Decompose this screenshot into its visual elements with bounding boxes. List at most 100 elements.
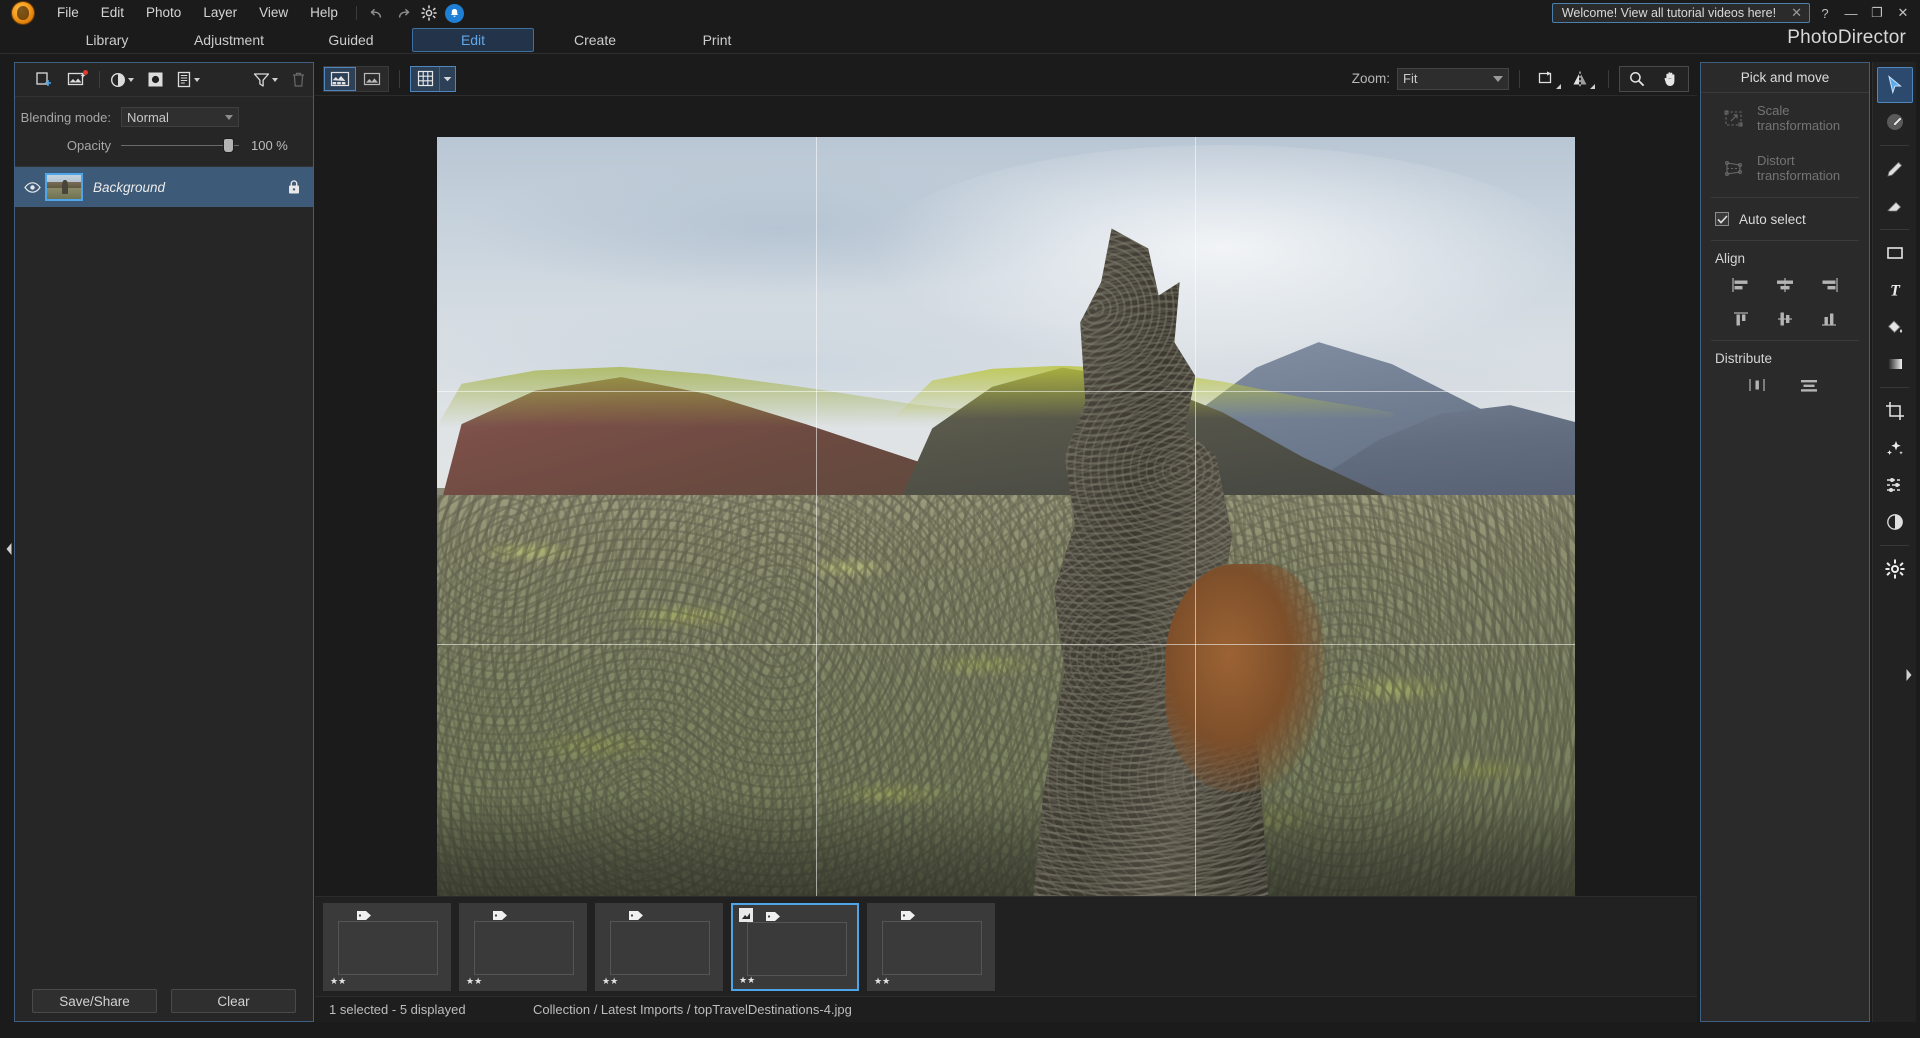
restore-button[interactable]: ❐: [1864, 0, 1890, 26]
settings-gear-icon[interactable]: [1877, 551, 1913, 587]
grid-line-horizontal: [437, 390, 1575, 392]
rotate-icon[interactable]: [1530, 66, 1564, 92]
rating-stars[interactable]: ★★: [739, 975, 755, 986]
tab-adjustment[interactable]: Adjustment: [168, 28, 290, 52]
help-button[interactable]: ?: [1812, 0, 1838, 26]
align-top-icon[interactable]: [1727, 308, 1755, 330]
menu-file[interactable]: File: [46, 0, 90, 26]
layer-visibility-icon[interactable]: [19, 181, 45, 193]
grid-overlay-icon[interactable]: [411, 66, 439, 91]
gradient-icon[interactable]: [1877, 346, 1913, 382]
menu-layer[interactable]: Layer: [192, 0, 248, 26]
text-icon[interactable]: T: [1877, 272, 1913, 308]
minimize-button[interactable]: —: [1838, 0, 1864, 26]
opacity-icon[interactable]: [1877, 504, 1913, 540]
menu-help[interactable]: Help: [299, 0, 349, 26]
lock-icon[interactable]: [283, 179, 305, 195]
clear-button[interactable]: Clear: [171, 989, 296, 1013]
bell-icon[interactable]: [442, 0, 468, 26]
zoom-select[interactable]: Fit: [1397, 67, 1509, 90]
layer-name[interactable]: Background: [83, 180, 283, 195]
status-bar: 1 selected - 5 displayed Collection / La…: [315, 996, 1697, 1022]
toolbar-divider: [99, 71, 100, 88]
tab-library[interactable]: Library: [46, 28, 168, 52]
magic-wand-selection-icon[interactable]: [1877, 104, 1913, 140]
align-center-vertical-icon[interactable]: [1771, 308, 1799, 330]
crop-icon[interactable]: [1877, 393, 1913, 429]
auto-select-label: Auto select: [1739, 211, 1806, 227]
pencil-icon[interactable]: [1877, 151, 1913, 187]
blending-mode-row: Blending mode: Normal: [15, 106, 313, 128]
tab-edit[interactable]: Edit: [412, 28, 534, 52]
blending-mode-select[interactable]: Normal: [121, 107, 239, 127]
collapse-right-icon[interactable]: [1903, 662, 1915, 688]
tab-guided[interactable]: Guided: [290, 28, 412, 52]
magnifier-icon[interactable]: [1620, 66, 1654, 91]
opacity-slider-knob[interactable]: [223, 138, 233, 152]
thumbnail-item[interactable]: ★★: [323, 902, 451, 991]
thumbnail-item[interactable]: ★★: [867, 902, 995, 991]
add-photo-layer-icon[interactable]: [62, 67, 92, 93]
layer-list: Background: [15, 167, 313, 207]
view-single-icon[interactable]: [356, 66, 388, 91]
tool-divider: [1880, 545, 1909, 546]
pick-and-move-icon[interactable]: [1876, 67, 1913, 103]
thumbnail-item-selected[interactable]: ★★: [731, 902, 859, 991]
layer-properties: Blending mode: Normal Opacity 100 %: [15, 97, 313, 167]
effects-icon[interactable]: [1877, 430, 1913, 466]
chevron-down-icon: [1493, 75, 1503, 82]
save-share-button[interactable]: Save/Share: [32, 989, 157, 1013]
gear-icon[interactable]: [416, 0, 442, 26]
paint-bucket-icon[interactable]: [1877, 309, 1913, 345]
align-left-icon[interactable]: [1727, 274, 1755, 296]
align-bottom-icon[interactable]: [1815, 308, 1843, 330]
tab-create[interactable]: Create: [534, 28, 656, 52]
menu-photo[interactable]: Photo: [135, 0, 192, 26]
menu-edit[interactable]: Edit: [90, 0, 135, 26]
tab-print[interactable]: Print: [656, 28, 778, 52]
flip-icon[interactable]: [1564, 66, 1598, 92]
welcome-toast[interactable]: Welcome! View all tutorial videos here! …: [1551, 3, 1810, 23]
layer-row-background[interactable]: Background: [15, 167, 313, 207]
canvas-area[interactable]: [315, 96, 1697, 940]
align-right-icon[interactable]: [1815, 274, 1843, 296]
distribute-horizontal-icon[interactable]: [1743, 374, 1771, 396]
new-badge-icon: [83, 69, 88, 75]
adjustment-sliders-icon[interactable]: [1877, 467, 1913, 503]
layer-mask-icon[interactable]: [140, 67, 170, 93]
rating-stars[interactable]: ★★: [466, 976, 482, 987]
auto-select-checkbox[interactable]: [1715, 212, 1729, 226]
layer-options-icon[interactable]: [173, 67, 203, 93]
opacity-slider[interactable]: [121, 135, 239, 155]
chevron-down-icon[interactable]: [439, 66, 455, 91]
photodirector-logo-icon: [0, 0, 46, 26]
add-layer-icon[interactable]: [29, 67, 59, 93]
collapse-left-icon[interactable]: [2, 536, 16, 562]
menu-view[interactable]: View: [248, 0, 299, 26]
thumbnail-item[interactable]: ★★: [459, 902, 587, 991]
thumbnail-item[interactable]: ★★: [595, 902, 723, 991]
rating-stars[interactable]: ★★: [330, 976, 346, 987]
hand-icon[interactable]: [1654, 66, 1688, 91]
layers-toolbar: [15, 63, 313, 97]
rating-stars[interactable]: ★★: [874, 976, 890, 987]
distort-transformation-option[interactable]: Distort transformation: [1701, 143, 1869, 193]
eraser-icon[interactable]: [1877, 188, 1913, 224]
align-center-horizontal-icon[interactable]: [1771, 274, 1799, 296]
auto-select-row[interactable]: Auto select: [1701, 202, 1869, 236]
navigation-tool-group: [1619, 65, 1689, 92]
filter-layers-icon[interactable]: [250, 67, 280, 93]
scale-transformation-option[interactable]: Scale transformation: [1701, 93, 1869, 143]
redo-icon[interactable]: [390, 0, 416, 26]
rating-stars[interactable]: ★★: [602, 976, 618, 987]
photo-canvas[interactable]: [437, 137, 1575, 899]
close-icon[interactable]: ✕: [1788, 5, 1805, 21]
adjustment-layer-icon[interactable]: [107, 67, 137, 93]
shape-rectangle-icon[interactable]: [1877, 235, 1913, 271]
view-filmstrip-icon[interactable]: [324, 66, 356, 91]
delete-layer-icon[interactable]: [283, 67, 313, 93]
module-tab-bar: Library Adjustment Guided Edit Create Pr…: [0, 26, 1920, 54]
distribute-vertical-icon[interactable]: [1795, 374, 1823, 396]
close-button[interactable]: ✕: [1890, 0, 1916, 26]
undo-icon[interactable]: [364, 0, 390, 26]
